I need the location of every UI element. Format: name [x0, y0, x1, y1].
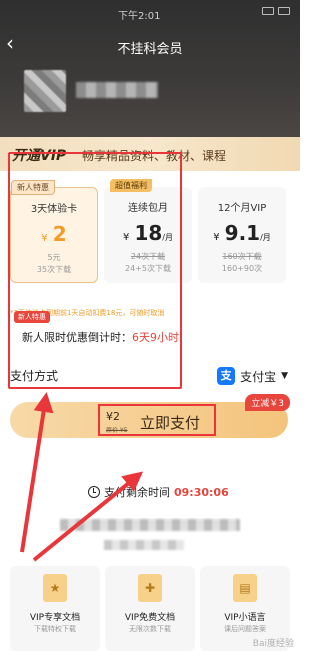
watermark: Bai度经验: [252, 639, 294, 649]
plans-section: 新人特惠 3天体验卡 ¥ 2 5元 35次下载 超值福利 连续包月 ¥ 18/月…: [0, 171, 300, 376]
plan-tag: 超值福利: [110, 179, 152, 192]
plan-line2: 24+5次下载: [125, 264, 171, 273]
payment-method-selector[interactable]: 支 支付宝 ▼: [217, 367, 288, 385]
plan-line1: 160次下载: [222, 252, 262, 261]
currency-symbol: ¥: [41, 233, 48, 244]
plan-line1: 5元: [47, 253, 61, 262]
plan-price: ¥ 2: [11, 222, 97, 246]
feature-card[interactable]: ★ VIP专享文档 下载特权下载: [10, 566, 100, 651]
feature-sub: 课后问题答案: [224, 625, 266, 633]
free-doc-icon: ✚: [138, 574, 162, 602]
discount-badge: 立减￥3: [245, 394, 290, 411]
payment-method-label: 支付方式: [10, 369, 59, 383]
plan-line2: 35次下载: [36, 265, 72, 274]
vip-slogan: 畅享精品资料、教材、课程: [82, 149, 227, 163]
plan-card-monthly[interactable]: 超值福利 连续包月 ¥ 18/月 24次下载 24+5次下载: [104, 179, 192, 283]
status-bar: 下午2:01: [0, 4, 300, 22]
plan-amount: 18: [134, 221, 163, 245]
plan-name: 3天体验卡: [30, 204, 78, 215]
username-blurred: [76, 82, 158, 98]
star-doc-icon: ★: [43, 574, 67, 602]
signal-icon: [262, 7, 274, 15]
status-time: 下午2:01: [118, 11, 161, 22]
header-area: 下午2:01 ‹ 不挂科会员: [0, 0, 300, 137]
pay-timer: 支付剩余时间 09:30:06: [88, 484, 229, 500]
feature-label: VIP专享文档: [29, 613, 81, 623]
timer-value: 09:30:06: [174, 485, 229, 499]
pay-label: 立即支付: [140, 414, 201, 432]
blurred-text: [104, 540, 184, 550]
feature-label: VIP免费文档: [124, 613, 176, 623]
payment-method-name: 支付宝: [240, 369, 277, 384]
feature-sub: 无限次数下载: [129, 625, 171, 633]
page-title: 不挂科会员: [117, 42, 183, 57]
plan-card-trial[interactable]: 新人特惠 3天体验卡 ¥ 2 5元 35次下载: [10, 180, 98, 283]
book-icon: ▤: [233, 574, 257, 602]
plan-price: ¥ 9.1/月: [198, 221, 286, 245]
plan-name: 连续包月: [128, 203, 168, 214]
timer-label: 支付剩余时间: [104, 486, 170, 499]
battery-icon: [278, 7, 290, 15]
promo-countdown: 新人限时优惠倒计时：6天9小时: [22, 329, 179, 345]
plan-card-yearly[interactable]: 12个月VIP ¥ 9.1/月 160次下载 160+90次: [198, 187, 286, 283]
alipay-icon: 支: [217, 367, 236, 385]
plan-line1: 24次下载: [130, 252, 166, 261]
clock-icon: [88, 486, 100, 498]
plan-unit: /月: [260, 233, 271, 242]
plan-price: ¥ 18/月: [104, 221, 192, 245]
status-icons: [262, 7, 290, 15]
caret-down-icon: ▼: [281, 371, 288, 381]
vip-banner: 开通VIP 畅享精品资料、教材、课程: [0, 137, 300, 171]
plan-tag: 新人特惠: [11, 180, 55, 195]
nav-bar: ‹ 不挂科会员: [0, 30, 300, 60]
promo-tag: 新人特惠: [14, 311, 50, 323]
vip-open-label: 开通VIP: [12, 148, 67, 164]
countdown-label: 新人限时优惠倒计时：: [22, 331, 132, 344]
plan-unit: /月: [162, 233, 173, 242]
plan-amount: 9.1: [224, 221, 261, 245]
pay-original: 原价 ¥5: [106, 427, 128, 434]
pay-amount: ¥2: [106, 410, 120, 423]
feature-card[interactable]: ✚ VIP免费文档 无限次数下载: [105, 566, 195, 651]
currency-symbol: ¥: [213, 232, 220, 243]
currency-symbol: ¥: [122, 232, 130, 243]
plan-line2: 160+90次: [221, 264, 263, 273]
pay-highlight-frame: ¥2 原价 ¥5 立即支付: [98, 404, 216, 436]
plan-name: 12个月VIP: [217, 203, 267, 214]
blurred-text: [60, 519, 240, 531]
feature-sub: 下载特权下载: [34, 625, 76, 633]
countdown-value: 6天9小时: [132, 331, 179, 344]
feature-label: VIP小语言: [224, 613, 266, 623]
avatar: [24, 70, 66, 112]
plan-amount: 2: [52, 222, 67, 246]
